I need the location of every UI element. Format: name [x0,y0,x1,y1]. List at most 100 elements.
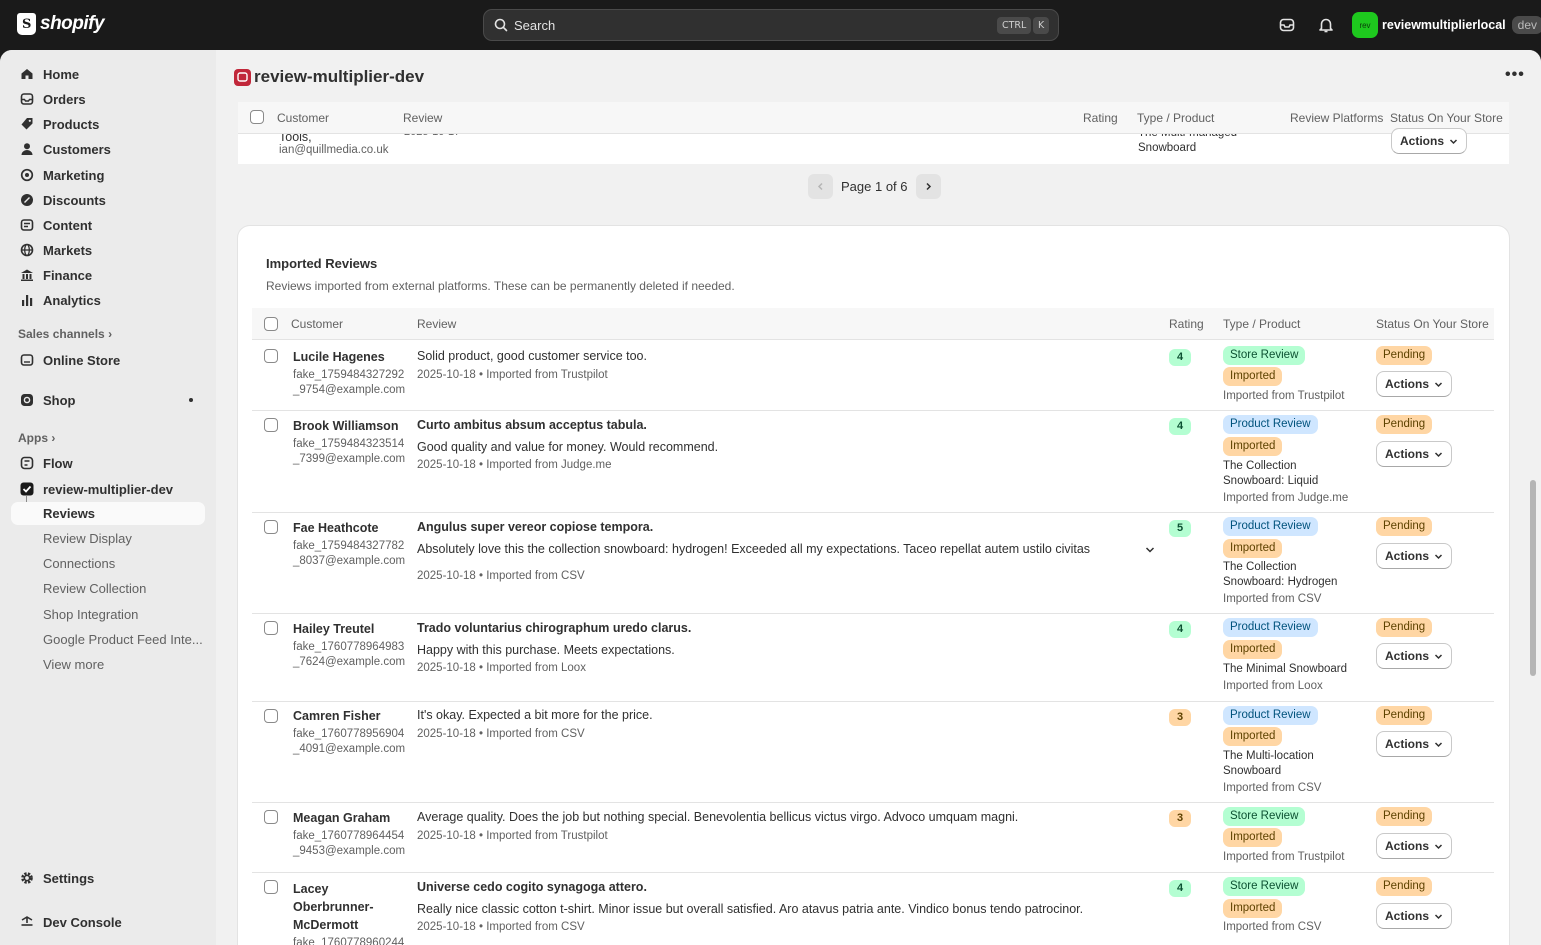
sidebar-item-settings[interactable]: Settings [11,866,205,890]
chevron-left-icon [817,182,823,191]
sidebar-item-label: Analytics [43,292,101,308]
sidebar-item-discounts[interactable]: Discounts [11,188,205,212]
actions-button[interactable]: Actions [1391,128,1468,154]
table-row: Brook Williamson fake_1759484323514_7399… [252,411,1494,513]
store-icon [19,352,35,368]
sidebar-item-shop[interactable]: Shop [11,388,205,412]
review-body: Solid product, good customer service too… [417,349,647,363]
imported-badge: Imported [1223,539,1283,558]
more-actions-icon[interactable]: ••• [1505,66,1525,84]
row-checkbox[interactable] [264,349,278,363]
sidebar-item-products[interactable]: Products [11,112,205,136]
header-review: Review [417,317,457,331]
sidebar-subitem-connections[interactable]: Connections [43,556,115,571]
store-dev-badge: dev [1511,16,1541,34]
chevron-down-icon [1434,913,1443,919]
shopify-logo[interactable]: shopify [17,13,105,35]
imported-reviews-card: Imported Reviews Reviews imported from e… [238,226,1509,945]
sidebar-item-customers[interactable]: Customers [11,137,205,161]
status-badge: Pending [1376,415,1433,434]
actions-label: Actions [1385,377,1430,391]
next-page-button[interactable] [915,174,941,199]
status-badge: Pending [1376,807,1433,826]
actions-button[interactable]: Actions [1376,833,1453,859]
product-name: The Multi-location Snowboard [1223,750,1314,777]
admin-frame: Home Orders Products Customers Marketing… [0,50,1541,945]
status-badge: Pending [1376,517,1433,536]
top-table-header: Customer Review Rating Type / Product Re… [238,102,1509,134]
store-menu[interactable]: rev reviewmultiplierlocal dev [1352,12,1541,38]
row-checkbox[interactable] [264,418,278,432]
search-bar[interactable]: Search CTRL K [483,9,1059,41]
review-meta: 2025-10-18 • Imported from CSV [417,570,585,582]
header-status: Status On Your Store [1390,111,1503,125]
card-title: Imported Reviews [266,256,378,271]
row-checkbox[interactable] [264,810,278,824]
sidebar-item-flow[interactable]: Flow [11,451,205,475]
app-logo-icon [234,69,251,86]
table-row: Hailey Treutel fake_1760778964983_7624@e… [252,614,1494,702]
apps-heading[interactable]: Apps › [18,431,55,445]
sidebar-subitem-review-display[interactable]: Review Display [43,531,132,546]
sidebar-item-analytics[interactable]: Analytics [11,288,205,312]
actions-button[interactable]: Actions [1376,731,1453,757]
row-checkbox[interactable] [264,621,278,635]
review-body: Good quality and value for money. Would … [417,440,719,454]
review-body: It's okay. Expected a bit more for the p… [417,708,653,722]
sidebar-subitem-review-collection[interactable]: Review Collection [43,581,146,596]
actions-button[interactable]: Actions [1376,371,1453,397]
sidebar: Home Orders Products Customers Marketing… [0,50,216,945]
actions-label: Actions [1385,649,1430,663]
sidebar-item-label: Shop [43,392,76,408]
sidebar-item-label: Orders [43,91,86,107]
table-row: Camren Fisher fake_1760778956904_4091@ex… [252,702,1494,803]
app-header: review-multiplier-dev ••• [216,50,1541,102]
sidebar-item-markets[interactable]: Markets [11,238,205,262]
table-row: Fae Heathcote fake_1759484327782_8037@ex… [252,513,1494,614]
sales-channels-heading[interactable]: Sales channels › [18,327,112,341]
actions-button[interactable]: Actions [1376,643,1453,669]
type-badge: Store Review [1223,877,1306,896]
type-badge: Product Review [1223,618,1318,637]
sales-channels-label: Sales channels [18,327,105,341]
chevron-down-icon [1434,653,1443,659]
sidebar-item-content[interactable]: Content [11,213,205,237]
sidebar-view-more[interactable]: View more [43,657,104,672]
expand-chevron-icon[interactable] [1145,545,1155,555]
actions-button[interactable]: Actions [1376,543,1453,569]
customer-email: fake_1760778964983_7624@example.com [293,641,406,668]
select-all-checkbox[interactable] [250,110,264,124]
actions-label: Actions [1385,909,1430,923]
select-all-checkbox[interactable] [264,317,278,331]
row-checkbox[interactable] [264,709,278,723]
review-meta: 2025-10-18 • Imported from Judge.me [417,459,612,471]
bell-icon[interactable] [1317,16,1335,34]
import-source: Imported from Loox [1223,680,1323,692]
review-meta: 2025-10-18 • Imported from Loox [417,662,586,674]
shortcut-ctrl: CTRL [997,17,1032,34]
sidebar-item-label: Finance [43,267,93,283]
sidebar-subitem-reviews[interactable]: Reviews [11,502,205,525]
actions-button[interactable]: Actions [1376,441,1453,467]
imported-badge: Imported [1223,437,1283,456]
import-source: Imported from Judge.me [1223,492,1349,504]
sidebar-item-orders[interactable]: Orders [11,87,205,111]
sidebar-subitem-shop-integration[interactable]: Shop Integration [43,607,138,622]
sidebar-item-home[interactable]: Home [11,62,205,86]
sidebar-item-review-multiplier-dev[interactable]: review-multiplier-dev [11,477,205,501]
row-checkbox[interactable] [264,880,278,894]
actions-button[interactable]: Actions [1376,903,1453,929]
search-icon [494,18,508,32]
sidebar-item-online-store[interactable]: Online Store [11,348,205,372]
sidebar-item-finance[interactable]: Finance [11,263,205,287]
sidebar-subitem-google-product-feed[interactable]: Google Product Feed Inte... [43,632,203,647]
row-checkbox[interactable] [264,520,278,534]
sidebar-item-label: Products [43,116,100,132]
card-subtitle: Reviews imported from external platforms… [266,279,735,293]
page-scrollbar[interactable] [1530,480,1536,676]
inbox-icon[interactable] [1278,16,1296,34]
sidebar-item-marketing[interactable]: Marketing [11,163,205,187]
previous-page-button[interactable] [808,174,833,199]
sidebar-item-dev-console[interactable]: Dev Console [11,910,205,934]
status-badge: Pending [1376,706,1433,725]
